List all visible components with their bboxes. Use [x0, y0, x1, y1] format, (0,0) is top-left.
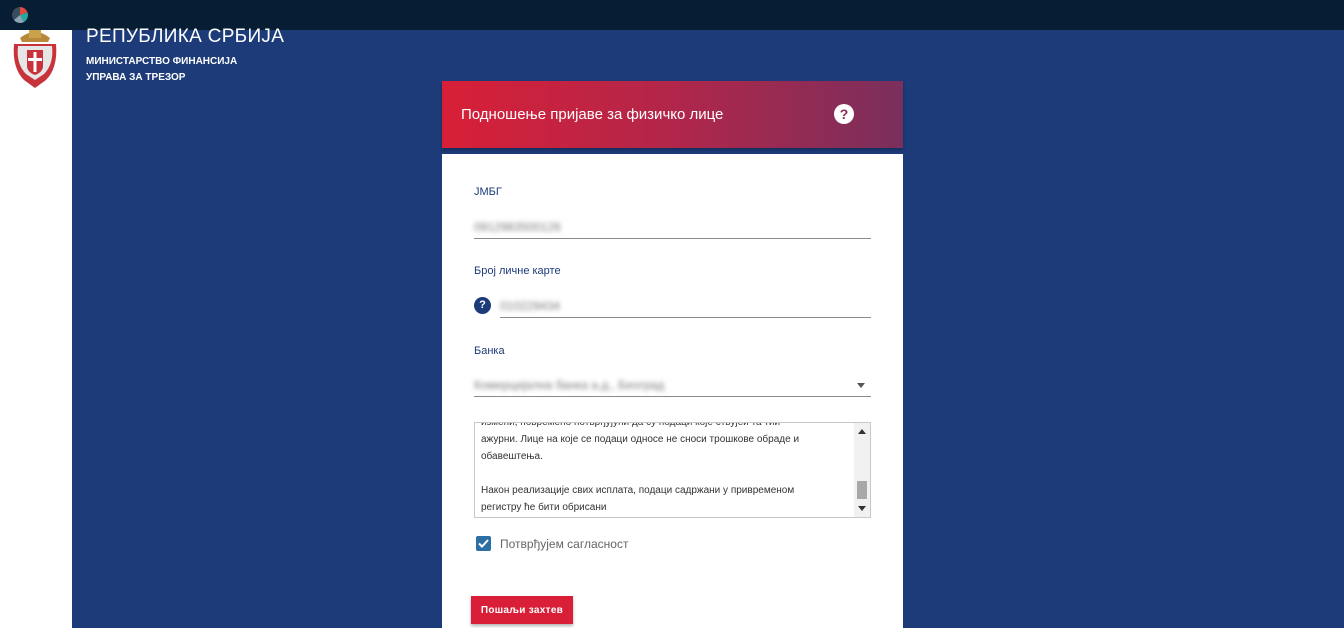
pie-logo-icon[interactable] — [10, 5, 30, 25]
id-card-value: 010229434 — [500, 299, 561, 313]
jmbg-input[interactable]: 0912983500126 — [474, 216, 871, 239]
header-ministry: МИНИСТАРСТВО ФИНАНСИЈА — [86, 56, 238, 67]
form-title: Подношење пријаве за физичко лице — [461, 106, 724, 123]
terms-line — [481, 465, 851, 482]
terms-textarea[interactable]: измени, повремено потврђујући да су пода… — [474, 422, 871, 518]
consent-checkbox[interactable] — [476, 536, 491, 551]
terms-line: Након реализације свих исплата, подаци с… — [481, 485, 795, 496]
terms-line: обавештења. — [481, 451, 543, 462]
id-card-help-icon[interactable]: ? — [474, 297, 491, 314]
serbia-coat-of-arms-icon — [13, 30, 57, 88]
bank-value: Комерцијална банка а.д., Београд — [474, 378, 665, 392]
scroll-up-icon[interactable] — [858, 429, 866, 434]
terms-line: измени, повремено потврђујући да су пода… — [481, 422, 781, 428]
scroll-thumb[interactable] — [857, 481, 867, 499]
scroll-down-icon[interactable] — [858, 506, 866, 511]
help-icon[interactable]: ? — [834, 104, 854, 124]
submit-button[interactable]: Пошаљи захтев — [471, 596, 573, 624]
terms-text: измени, повремено потврђујући да су пода… — [481, 422, 851, 516]
header-agency: УПРАВА ЗА ТРЕЗОР — [86, 72, 186, 83]
checkmark-icon — [478, 539, 489, 548]
bank-select[interactable]: Комерцијална банка а.д., Београд — [474, 374, 871, 397]
consent-label: Потврђујем сагласност — [500, 537, 629, 551]
terms-scrollbar[interactable] — [854, 423, 870, 517]
jmbg-label: ЈМБГ — [474, 186, 502, 198]
id-card-input[interactable]: 010229434 — [500, 295, 871, 318]
jmbg-value: 0912983500126 — [474, 220, 561, 234]
form-card-body: ЈМБГ 0912983500126 Број личне карте ? 01… — [442, 154, 903, 628]
bank-label: Банка — [474, 345, 505, 357]
form-card-header: Подношење пријаве за физичко лице ? — [442, 81, 903, 148]
header-title: РЕПУБЛИКА СРБИЈА — [86, 26, 285, 47]
terms-line: регистру ће бити обрисани — [481, 502, 607, 513]
id-card-label: Број личне карте — [474, 265, 561, 277]
left-white-strip — [0, 30, 72, 628]
terms-line: ажурни. Лице на које се подаци односе не… — [481, 434, 800, 445]
chevron-down-icon — [857, 383, 865, 388]
